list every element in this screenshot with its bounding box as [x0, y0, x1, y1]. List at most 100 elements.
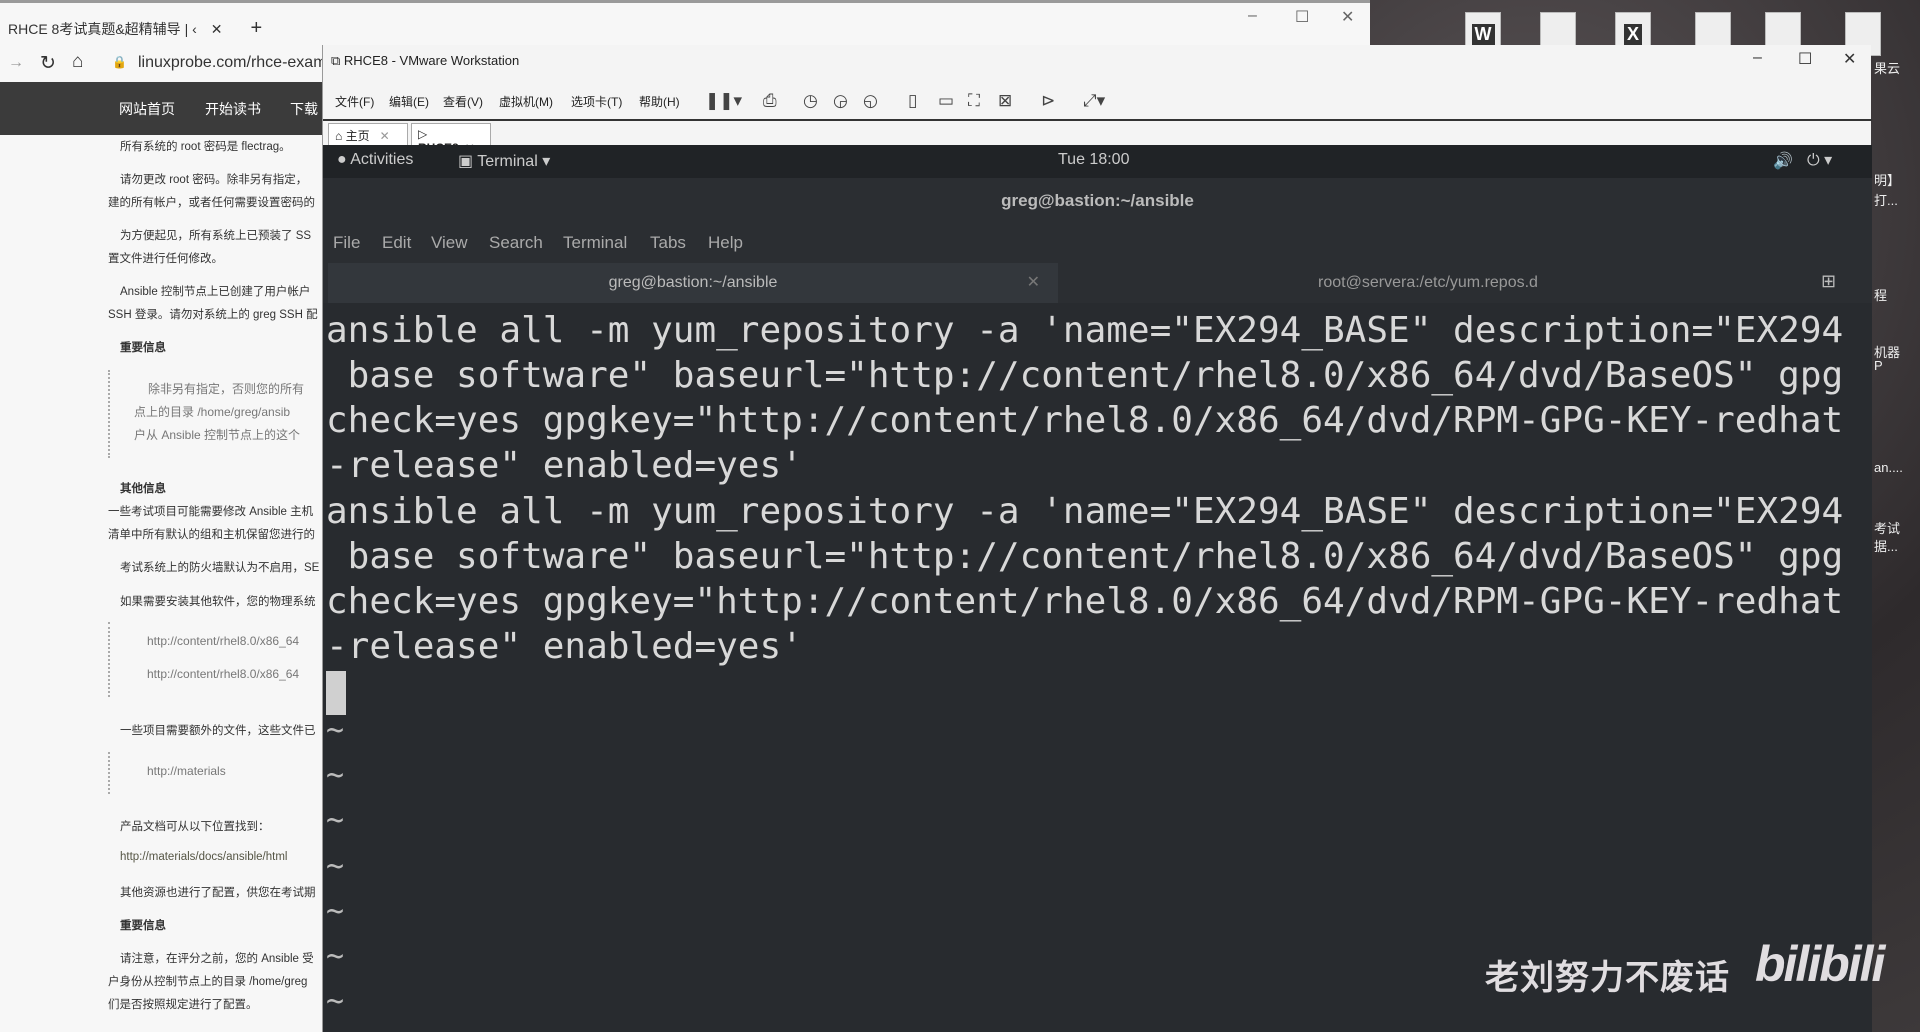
- paragraph: 户身份从控制节点上的目录 /home/greg: [108, 976, 308, 988]
- tab-label: root@servera:/etc/yum.repos.d: [1318, 274, 1538, 291]
- menu-edit[interactable]: 编辑(E): [389, 93, 429, 110]
- menu-search[interactable]: Search: [489, 233, 543, 253]
- revert-snapshot-icon[interactable]: ◶: [833, 91, 848, 111]
- tab-label: greg@bastion:~/ansible: [608, 274, 778, 291]
- menu-tabs[interactable]: 选项卡(T): [571, 93, 622, 110]
- terminal-tab-active[interactable]: greg@bastion:~/ansible ✕: [328, 263, 1058, 303]
- close-tab-icon[interactable]: ✕: [1027, 263, 1040, 303]
- paragraph: 请勿更改 root 密码。除非另有指定，: [120, 174, 308, 186]
- vmware-icon: ⧉: [331, 53, 344, 68]
- paragraph: 所有系统的 root 密码是 flectrag。: [120, 141, 291, 153]
- desktop-label: 明】: [1874, 173, 1901, 188]
- close-button[interactable]: ✕: [1843, 49, 1856, 69]
- terminal-output[interactable]: ansible all -m yum_repository -a 'name="…: [323, 303, 1872, 1032]
- heading: 重要信息: [120, 920, 166, 932]
- doc-link[interactable]: http://materials/docs/ansible/html: [120, 851, 287, 863]
- menu-tabs[interactable]: Tabs: [650, 233, 686, 253]
- tab-title: RHCE 8考试真题&超精辅导 | ‹: [8, 21, 197, 37]
- vmware-tabs: ⌂ 主页 ✕ ▷ RHCE8✕: [323, 121, 1872, 155]
- paragraph: 清单中所有默认的组和主机保留您进行的: [108, 529, 315, 541]
- tab-home[interactable]: ⌂ 主页 ✕: [328, 123, 408, 145]
- quote-link[interactable]: http://materials: [147, 764, 226, 778]
- quote-text: 点上的目录 /home/greg/ansib: [134, 405, 291, 419]
- close-tab-icon[interactable]: ✕: [380, 129, 390, 143]
- terminal-line: base software" baseurl="http://content/r…: [326, 536, 1844, 577]
- stretch-icon[interactable]: ⤢▾: [1083, 91, 1105, 111]
- tilde: ~: [326, 758, 345, 793]
- tilde: ~: [326, 803, 345, 838]
- send-ctrl-alt-del-icon[interactable]: ⎙: [763, 91, 777, 111]
- minimize-button[interactable]: –: [1753, 49, 1762, 67]
- maximize-button[interactable]: ☐: [1295, 7, 1309, 27]
- unity-icon[interactable]: ⊠: [998, 91, 1012, 111]
- browser-tab[interactable]: RHCE 8考试真题&超精辅导 | ‹ ✕ +: [8, 17, 262, 40]
- menu-file[interactable]: File: [333, 233, 360, 253]
- paragraph: 为方便起见，所有系统上已预装了 SS: [120, 230, 312, 242]
- close-tab-icon[interactable]: ✕: [211, 21, 223, 37]
- new-tab-icon[interactable]: ⊞: [1821, 271, 1836, 292]
- tilde: ~: [326, 894, 345, 929]
- tab-label: 主页: [345, 129, 370, 143]
- url-input[interactable]: linuxprobe.com/rhce-exam: [138, 54, 327, 72]
- window-title: ⧉ RHCE8 - VMware Workstation: [331, 53, 519, 69]
- terminal-icon: ▣: [458, 153, 478, 170]
- paragraph: 一些项目需要额外的文件，这些文件已: [120, 725, 316, 737]
- fullscreen-icon[interactable]: ⛶: [968, 91, 980, 111]
- paragraph: 置文件进行任何修改。: [108, 253, 223, 265]
- vm-screen[interactable]: ● Activities ▣ Terminal ▾ Tue 18:00 🔊 ⏻ …: [323, 145, 1872, 1032]
- tab-rhce8[interactable]: ▷ RHCE8✕: [411, 123, 491, 155]
- menu-view[interactable]: View: [431, 233, 468, 253]
- thumbnail-view-icon[interactable]: ▭: [938, 91, 954, 111]
- window-title-text: RHCE8 - VMware Workstation: [343, 53, 520, 68]
- menu-vm[interactable]: 虚拟机(M): [499, 93, 553, 110]
- reload-icon[interactable]: ↻: [40, 52, 56, 75]
- desktop-label: an....: [1874, 460, 1903, 475]
- power-icon[interactable]: ⏻ ▾: [1807, 150, 1832, 170]
- browser-tab-bar: RHCE 8考试真题&超精辅导 | ‹ ✕ + – ☐ ✕: [0, 0, 1370, 46]
- terminal-line: ansible all -m yum_repository -a 'name="…: [326, 310, 1844, 351]
- menu-edit[interactable]: Edit: [382, 233, 411, 253]
- library-view-icon[interactable]: ▯: [908, 91, 917, 111]
- terminal-line: check=yes gpgkey="http://content/rhel8.0…: [326, 581, 1844, 622]
- paragraph: 产品文档可从以下位置找到：: [120, 821, 270, 833]
- heading: 其他信息: [120, 483, 166, 495]
- paragraph: 们是否按照规定进行了配置。: [108, 999, 258, 1011]
- nav-home[interactable]: 网站首页: [119, 99, 175, 119]
- vmware-menubar: 文件(F) 编辑(E) 查看(V) 虚拟机(M) 选项卡(T) 帮助(H) ❚❚…: [323, 81, 1872, 121]
- home-icon[interactable]: ⌂: [72, 51, 83, 73]
- terminal-line: -release" enabled=yes': [326, 445, 803, 486]
- minimize-button[interactable]: –: [1248, 7, 1257, 25]
- menu-help[interactable]: 帮助(H): [639, 93, 680, 110]
- menu-terminal[interactable]: Terminal: [563, 233, 627, 253]
- quote-link[interactable]: http://content/rhel8.0/x86_64: [147, 634, 299, 648]
- volume-icon[interactable]: 🔊: [1773, 151, 1793, 171]
- menu-view[interactable]: 查看(V): [443, 93, 483, 110]
- snapshot-icon[interactable]: ◷: [803, 91, 818, 111]
- app-menu[interactable]: ▣ Terminal ▾: [458, 151, 550, 171]
- desktop-label: 考试: [1874, 521, 1901, 536]
- nav-download[interactable]: 下载: [290, 99, 318, 119]
- console-icon[interactable]: ⊳: [1041, 91, 1055, 111]
- menu-file[interactable]: 文件(F): [335, 93, 374, 110]
- gnome-top-bar: ● Activities ▣ Terminal ▾ Tue 18:00 🔊 ⏻ …: [323, 145, 1872, 178]
- terminal-tab[interactable]: root@servera:/etc/yum.repos.d: [1058, 263, 1798, 303]
- nav-read[interactable]: 开始读书: [205, 99, 261, 119]
- maximize-button[interactable]: ☐: [1798, 49, 1812, 69]
- clock[interactable]: Tue 18:00: [1058, 151, 1129, 169]
- desktop-label: 果云: [1874, 61, 1901, 76]
- vmware-window: ⧉ RHCE8 - VMware Workstation – ☐ ✕ 文件(F)…: [322, 45, 1872, 1032]
- activities-button[interactable]: ● Activities: [337, 151, 413, 169]
- quote-link[interactable]: http://content/rhel8.0/x86_64: [147, 667, 299, 681]
- paragraph: 建的所有帐户，或者任何需要设置密码的: [108, 197, 315, 209]
- forward-icon[interactable]: →: [8, 54, 24, 72]
- watermark-text: 老刘努力不废话: [1485, 959, 1730, 997]
- pause-icon[interactable]: ❚❚▾: [705, 91, 742, 111]
- new-tab-icon[interactable]: +: [251, 17, 263, 39]
- paragraph: Ansible 控制节点上已创建了用户帐户: [120, 286, 311, 298]
- close-button[interactable]: ✕: [1341, 7, 1354, 27]
- blockquote-bar: [108, 752, 112, 794]
- tilde: ~: [326, 984, 345, 1019]
- vm-icon: ▷: [418, 127, 428, 141]
- menu-help[interactable]: Help: [708, 233, 743, 253]
- snapshot-manager-icon[interactable]: ◵: [863, 91, 878, 111]
